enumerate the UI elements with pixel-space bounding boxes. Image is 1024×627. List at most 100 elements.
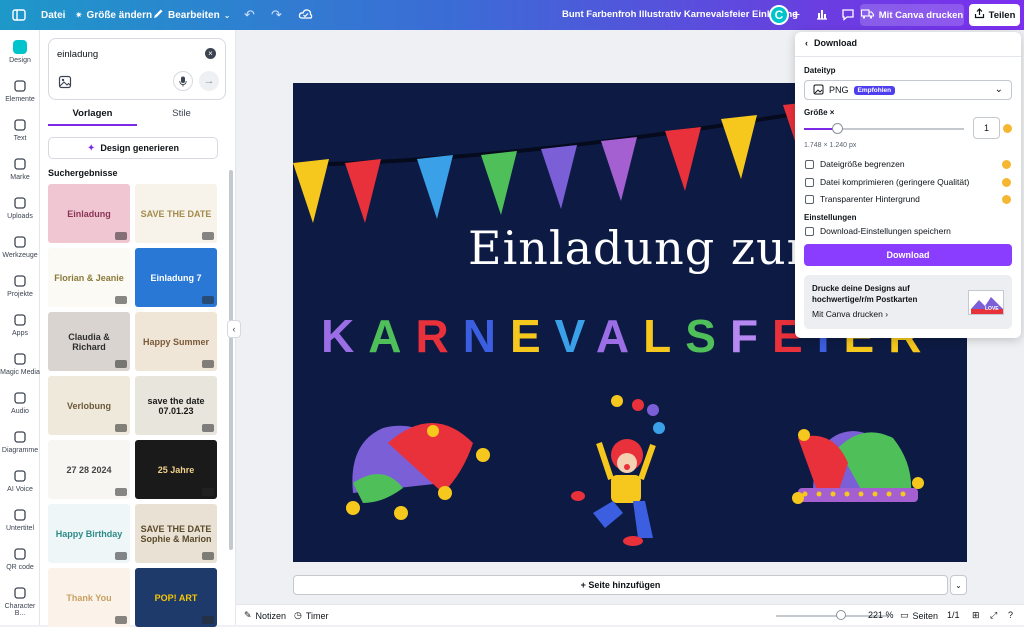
recommended-badge: Empfohlen: [853, 85, 896, 95]
save-settings-label: Download-Einstellungen speichern: [820, 226, 951, 236]
rail-item-text[interactable]: Text: [0, 118, 40, 142]
grid-view-icon[interactable]: ⊞: [972, 610, 980, 621]
collapse-panel-button[interactable]: ‹: [227, 320, 241, 338]
pro-crown-icon: [202, 360, 214, 368]
panel-scrollbar[interactable]: [229, 170, 233, 550]
template-thumbnail[interactable]: 25 Jahre: [135, 440, 217, 499]
settings-label: Einstellungen: [804, 213, 857, 222]
help-icon[interactable]: ?: [1008, 610, 1013, 620]
rail-item-elemente[interactable]: Elemente: [0, 79, 40, 103]
cloud-sync-icon[interactable]: [298, 8, 313, 23]
template-thumbnail[interactable]: POP! ART: [135, 568, 217, 627]
rail-item-magic-media[interactable]: Magic Media: [0, 352, 40, 376]
rail-item-uploads[interactable]: Uploads: [0, 196, 40, 220]
image-search-icon[interactable]: [58, 75, 72, 92]
download-header[interactable]: ‹ Download: [805, 38, 857, 48]
panel-tabs: Vorlagen Stile: [48, 106, 226, 126]
pro-crown-icon: [115, 296, 127, 304]
save-settings-checkbox[interactable]: Download-Einstellungen speichern: [805, 226, 951, 236]
sidebar-toggle-icon[interactable]: [12, 8, 26, 22]
notes-button[interactable]: ✎ Notizen: [244, 610, 286, 621]
rail-item-design[interactable]: Design: [0, 40, 40, 64]
add-page-options-button[interactable]: ⌄: [950, 575, 967, 595]
template-thumbnail[interactable]: Einladung: [48, 184, 130, 243]
pro-crown-icon: [115, 552, 127, 560]
rail-item-ai-voice[interactable]: AI Voice: [0, 469, 40, 493]
submit-arrow-icon[interactable]: →: [199, 71, 219, 91]
search-box[interactable]: einladung × →: [48, 38, 226, 100]
add-page-button[interactable]: + Seite hinzufügen: [293, 575, 948, 595]
promo-link[interactable]: Mit Canva drucken ›: [812, 309, 888, 319]
generate-design-button[interactable]: ✦ Design generieren: [48, 137, 218, 159]
pro-crown-icon: [202, 232, 214, 240]
rail-item-label: Untertitel: [5, 525, 34, 532]
template-thumbnail[interactable]: SAVE THE DATE: [135, 184, 217, 243]
page-count-label: 1/1: [947, 610, 960, 620]
download-title: Download: [814, 38, 857, 48]
checkbox[interactable]: [805, 194, 814, 204]
print-promo-card[interactable]: Drucke deine Designs auf hochwertige/r/m…: [804, 275, 1012, 329]
magic-media-icon: [13, 352, 27, 366]
checkbox[interactable]: [805, 226, 814, 236]
document-title[interactable]: Bunt Farbenfroh Illustrativ Karnevalsfei…: [562, 0, 798, 30]
template-thumbnail[interactable]: Claudia & Richard: [48, 312, 130, 371]
resize-button[interactable]: ✷ Größe ändern: [75, 0, 152, 30]
character-icon: [13, 586, 27, 600]
template-thumbnail[interactable]: Thank You: [48, 568, 130, 627]
redo-icon[interactable]: ↷: [271, 7, 282, 23]
size-input[interactable]: 1: [973, 117, 1000, 139]
template-thumbnail[interactable]: Happy Birthday: [48, 504, 130, 563]
timer-button[interactable]: ◷ Timer: [294, 610, 329, 621]
thumbnail-text: Einladung 7: [150, 272, 202, 283]
zoom-level[interactable]: 221 %: [868, 610, 894, 620]
rail-item-untertitel[interactable]: Untertitel: [0, 508, 40, 532]
download-option-checkbox[interactable]: Datei komprimieren (geringere Qualität): [805, 177, 969, 187]
pro-crown-icon: [1003, 124, 1012, 133]
print-label: Mit Canva drucken: [878, 9, 964, 21]
download-option-checkbox[interactable]: Transparenter Hintergrund: [805, 194, 920, 204]
rail-item-character-b-[interactable]: Character B...: [0, 586, 40, 617]
rail-item-qr-code[interactable]: QR code: [0, 547, 40, 571]
pages-button[interactable]: ▭ Seiten: [900, 610, 938, 621]
rail-item-werkzeuge[interactable]: Werkzeuge: [0, 235, 40, 259]
template-thumbnail[interactable]: Florian & Jeanie: [48, 248, 130, 307]
zoom-slider-handle[interactable]: [836, 610, 846, 620]
size-slider-handle[interactable]: [832, 123, 843, 134]
search-input[interactable]: einladung: [57, 49, 98, 60]
rail-item-label: Audio: [11, 408, 29, 415]
tab-styles[interactable]: Stile: [137, 106, 226, 126]
download-option-checkbox[interactable]: Dateigröße begrenzen: [805, 159, 905, 169]
clown-figure: [571, 395, 665, 546]
template-thumbnail[interactable]: save the date 07.01.23: [135, 376, 217, 435]
user-avatar[interactable]: C: [769, 5, 789, 25]
undo-icon[interactable]: ↶: [244, 7, 255, 23]
template-thumbnail[interactable]: SAVE THE DATE Sophie & Marion: [135, 504, 217, 563]
fullscreen-icon[interactable]: ⤢: [990, 610, 997, 621]
share-button[interactable]: Teilen: [969, 4, 1020, 26]
thumbnail-text: 27 28 2024: [66, 464, 112, 475]
template-thumbnail[interactable]: Happy Summer: [135, 312, 217, 371]
file-menu[interactable]: Datei: [41, 0, 65, 30]
rail-item-marke[interactable]: Marke: [0, 157, 40, 181]
comment-icon[interactable]: [841, 8, 855, 24]
right-jester-hat: [792, 429, 924, 504]
checkbox[interactable]: [805, 177, 814, 187]
rail-item-apps[interactable]: Apps: [0, 313, 40, 337]
text-icon: [13, 118, 27, 132]
clear-search-icon[interactable]: ×: [205, 48, 216, 59]
filetype-select[interactable]: PNG Empfohlen ⌄: [804, 80, 1012, 100]
download-button[interactable]: Download: [804, 244, 1012, 266]
template-thumbnail[interactable]: 27 28 2024: [48, 440, 130, 499]
microphone-icon[interactable]: [173, 71, 193, 91]
insights-chart-icon[interactable]: [815, 7, 829, 24]
tab-templates[interactable]: Vorlagen: [48, 106, 137, 126]
edit-menu[interactable]: Bearbeiten ⌄: [153, 0, 230, 30]
checkbox[interactable]: [805, 159, 814, 169]
rail-item-audio[interactable]: Audio: [0, 391, 40, 415]
print-with-canva-button[interactable]: Mit Canva drucken: [860, 4, 964, 26]
add-collaborator-icon[interactable]: +: [792, 6, 800, 22]
rail-item-projekte[interactable]: Projekte: [0, 274, 40, 298]
template-thumbnail[interactable]: Verlobung: [48, 376, 130, 435]
rail-item-diagramme[interactable]: Diagramme: [0, 430, 40, 454]
template-thumbnail[interactable]: Einladung 7: [135, 248, 217, 307]
